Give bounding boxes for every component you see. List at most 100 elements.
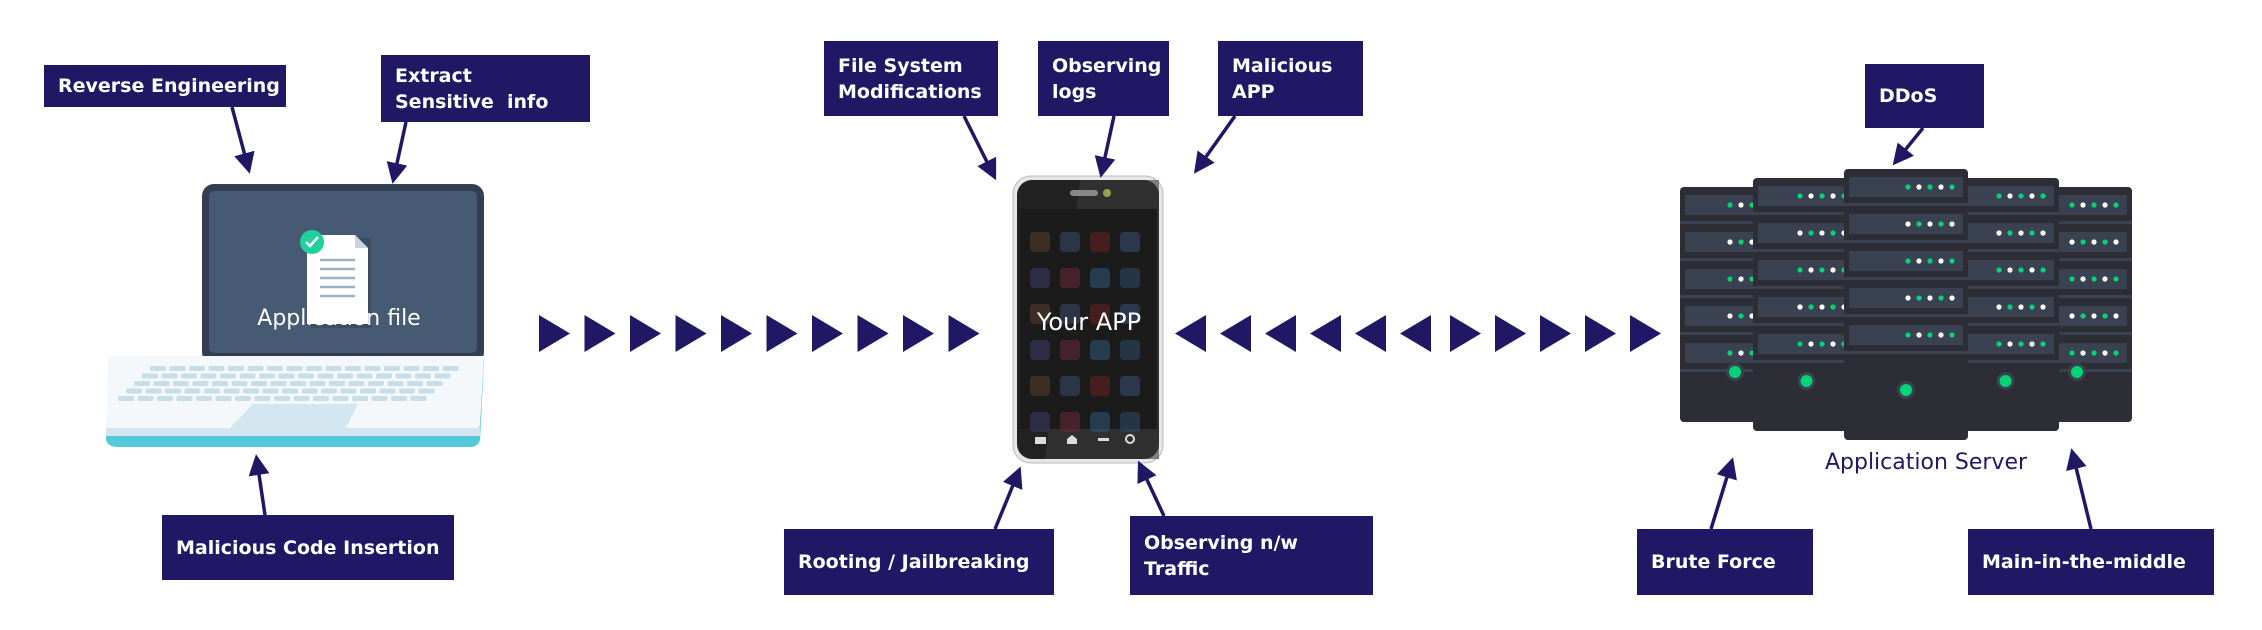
status-led <box>1797 193 1803 199</box>
arrow-left-icon <box>1220 315 1251 352</box>
key <box>423 366 439 371</box>
status-led <box>2091 313 2097 319</box>
server-divider <box>1844 351 1968 354</box>
server-tower <box>1844 169 1968 440</box>
status-led <box>2080 313 2086 319</box>
server-tower <box>1753 178 1860 431</box>
pointer-arrow <box>962 115 997 181</box>
arrow-right-icon <box>1630 315 1661 352</box>
key <box>309 381 326 386</box>
arrow-right-icon <box>766 315 798 352</box>
threat-diagram: Application file Your APP Application Se… <box>0 0 2262 630</box>
key <box>337 373 353 379</box>
arrow-left-icon <box>1355 315 1386 352</box>
key <box>395 373 412 379</box>
label-observing-logs: Observing logs <box>1038 41 1169 116</box>
status-led <box>2069 313 2075 319</box>
status-led <box>1996 304 2002 310</box>
key <box>145 388 162 394</box>
pointer-arrow <box>1094 115 1116 178</box>
server-slot <box>1758 334 1855 354</box>
app-icon <box>1060 232 1080 252</box>
pointer-arrow <box>1193 114 1237 174</box>
status-led <box>2069 202 2075 208</box>
label-extract-info: Extract Sensitive info <box>381 55 590 122</box>
status-led <box>1738 350 1744 356</box>
server-label: Application Server <box>1824 450 2028 475</box>
status-led <box>1927 332 1933 338</box>
key <box>259 373 275 379</box>
status-led <box>1830 230 1836 236</box>
key <box>345 366 361 371</box>
key <box>407 381 423 386</box>
key <box>173 381 189 386</box>
app-icon <box>1120 340 1140 360</box>
pointer-arrow <box>248 454 270 516</box>
label-rooting-jailbreaking: Rooting / Jailbreaking <box>784 529 1054 595</box>
key <box>137 396 154 401</box>
status-led <box>1738 202 1744 208</box>
label-ddos: DDoS <box>1865 64 1984 128</box>
label-man-in-the-middle: Main-in-the-middle <box>1968 529 2214 595</box>
status-led <box>1819 304 1825 310</box>
key <box>134 381 150 386</box>
key <box>192 381 209 386</box>
server-tower <box>1952 178 2059 431</box>
status-led <box>2040 267 2046 273</box>
status-led <box>1996 230 2002 236</box>
arrow-right-icon <box>539 315 570 352</box>
app-icon <box>1060 268 1080 288</box>
label-text: Sensitive info <box>395 90 549 113</box>
key <box>442 366 459 371</box>
status-led <box>1830 304 1836 310</box>
key <box>220 373 236 379</box>
status-led <box>2040 341 2046 347</box>
server-divider <box>1753 323 1860 326</box>
label-text: Observing <box>1052 54 1162 77</box>
status-led <box>2069 276 2075 282</box>
status-led <box>1938 295 1944 301</box>
key <box>235 396 251 401</box>
app-icon <box>1120 376 1140 396</box>
server-divider <box>1952 360 2059 363</box>
key <box>415 373 431 379</box>
label-text: APP <box>1232 80 1275 103</box>
status-led <box>2080 350 2086 356</box>
label-malicious-code-insertion: Malicious Code Insertion <box>162 515 454 580</box>
key <box>340 388 357 394</box>
status-led <box>1808 304 1814 310</box>
key <box>251 381 267 386</box>
server-divider <box>1952 323 2059 326</box>
status-led <box>1938 332 1944 338</box>
status-led <box>1797 267 1803 273</box>
label-text: Brute Force <box>1651 551 1776 573</box>
key <box>247 366 264 371</box>
key <box>176 396 193 401</box>
status-led <box>2007 230 2013 236</box>
server-slot <box>1758 186 1855 206</box>
status-led <box>1927 221 1933 227</box>
key <box>368 381 384 386</box>
label-text: Malicious Code Insertion <box>176 536 440 559</box>
key <box>376 373 392 379</box>
key <box>364 366 381 371</box>
status-led <box>2007 267 2013 273</box>
key <box>274 396 290 401</box>
status-led <box>1808 267 1814 273</box>
key <box>321 388 337 394</box>
key <box>352 396 368 401</box>
status-led <box>2113 239 2119 245</box>
key <box>243 388 259 394</box>
key <box>313 396 329 401</box>
power-led <box>1999 375 2012 387</box>
app-icon <box>1120 232 1140 252</box>
status-led <box>1938 258 1944 264</box>
status-led <box>2018 230 2024 236</box>
server-slot <box>1758 260 1855 280</box>
arrow-right-icon <box>948 315 980 352</box>
label-text: Rooting / Jailbreaking <box>798 551 1030 573</box>
key <box>161 373 178 379</box>
server-divider <box>1753 212 1860 215</box>
status-led <box>1927 184 1933 190</box>
status-led <box>1916 184 1922 190</box>
